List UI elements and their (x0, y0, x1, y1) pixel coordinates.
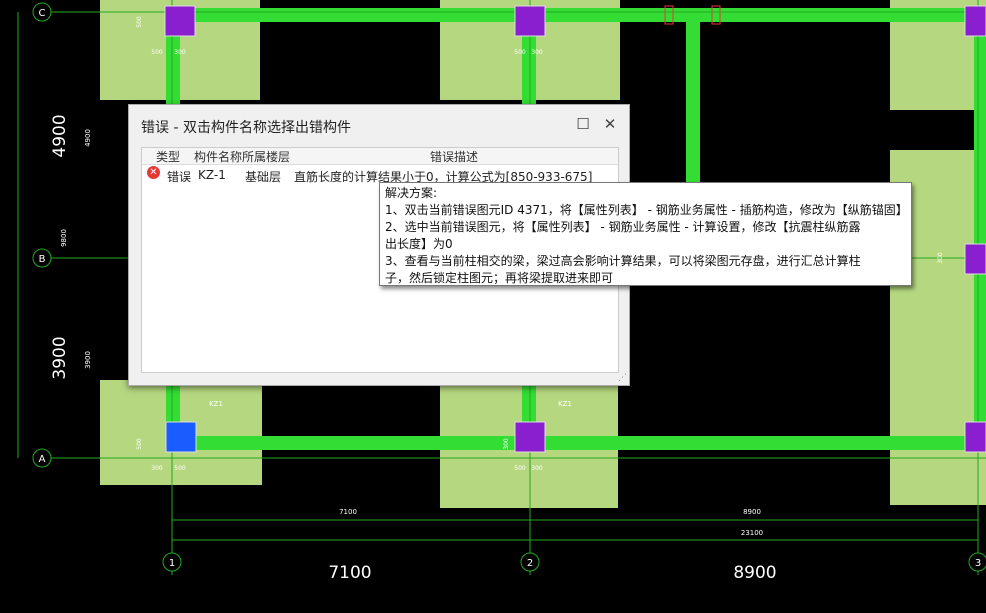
column-kz1[interactable] (964, 243, 986, 275)
axis-label-3: 3 (975, 558, 981, 569)
axis-label-c: C (39, 8, 46, 19)
dialog-title: 错误 - 双击构件名称选择出错构件 (141, 120, 351, 136)
dim-small: 8900 (743, 508, 761, 516)
row-type[interactable]: 错误 (167, 168, 191, 185)
detail-dim: 500 (514, 49, 526, 56)
column-tag: KZ1 (209, 400, 223, 408)
detail-dim: 300 (151, 465, 163, 472)
error-list-header: 类型 构件名称 所属楼层 错误描述 (142, 148, 618, 165)
dim-small: 3900 (84, 351, 92, 369)
beam[interactable] (974, 10, 986, 440)
dim-small: 4900 (84, 129, 92, 147)
dim-small: 23100 (741, 529, 763, 537)
detail-dim: 500 (136, 438, 143, 450)
col-header-floor[interactable]: 所属楼层 (242, 148, 290, 165)
beam[interactable] (175, 436, 986, 450)
detail-dim: 500 (174, 465, 186, 472)
solution-tooltip: 解决方案: 1、双击当前错误图元ID 4371，将【属性列表】 - 钢筋业务属性… (379, 182, 912, 286)
close-button[interactable]: ✕ (599, 113, 621, 135)
dim-span-8900: 8900 (733, 563, 776, 583)
detail-dim: 300 (174, 49, 186, 56)
column-kz1-selected[interactable] (165, 421, 197, 453)
detail-dim: 500 (136, 16, 143, 28)
column-kz1[interactable] (514, 421, 546, 453)
col-header-desc[interactable]: 错误描述 (430, 148, 478, 165)
tooltip-line: 出长度】为0 (385, 237, 453, 251)
tooltip-line: 解决方案: (385, 186, 438, 200)
column-kz1[interactable] (964, 5, 986, 37)
tooltip-line: 3、查看与当前柱相交的梁，梁过高会影响计算结果，可以将梁图元存盘，进行汇总计算柱 (385, 254, 861, 268)
dim-span-7100: 7100 (328, 563, 371, 583)
axis-label-2: 2 (527, 558, 533, 569)
detail-dim: 300 (503, 438, 510, 450)
axis-label-1: 1 (169, 558, 175, 569)
beam[interactable] (175, 8, 986, 22)
error-icon: ✕ (147, 166, 160, 179)
col-header-name[interactable]: 构件名称 (194, 148, 242, 165)
column-tag: KZ1 (558, 400, 572, 408)
axis-label-a: A (39, 454, 46, 465)
resize-grip-icon[interactable]: ⋰ (618, 373, 627, 383)
dim-span-3900: 3900 (50, 336, 70, 379)
detail-dim: 500 (514, 465, 526, 472)
maximize-icon: ☐ (576, 115, 590, 133)
axis-label-b: B (39, 254, 46, 265)
dim-small: 7100 (339, 508, 357, 516)
beam[interactable] (686, 10, 700, 190)
detail-dim: 500 (151, 49, 163, 56)
tooltip-line: 1、双击当前错误图元ID 4371，将【属性列表】 - 钢筋业务属性 - 插筋构… (385, 203, 908, 217)
row-name[interactable]: KZ-1 (198, 168, 226, 182)
dim-span-4900: 4900 (50, 114, 70, 157)
col-header-type[interactable]: 类型 (156, 148, 180, 165)
detail-dim: 300 (937, 252, 944, 264)
close-icon: ✕ (603, 115, 617, 133)
column-kz1[interactable] (514, 5, 546, 37)
row-floor[interactable]: 基础层 (245, 168, 281, 185)
detail-dim: 300 (531, 465, 543, 472)
dim-small: 9800 (60, 229, 68, 247)
maximize-button[interactable]: ☐ (572, 113, 594, 135)
column-kz1[interactable] (164, 5, 196, 37)
column-kz1[interactable] (964, 421, 986, 453)
tooltip-line: 子，然后锁定柱图元；再将梁提取进来即可 (385, 271, 614, 285)
detail-dim: 300 (531, 49, 543, 56)
tooltip-line: 2、选中当前错误图元，将【属性列表】 - 钢筋业务属性 - 计算设置，修改【抗震… (385, 220, 861, 234)
